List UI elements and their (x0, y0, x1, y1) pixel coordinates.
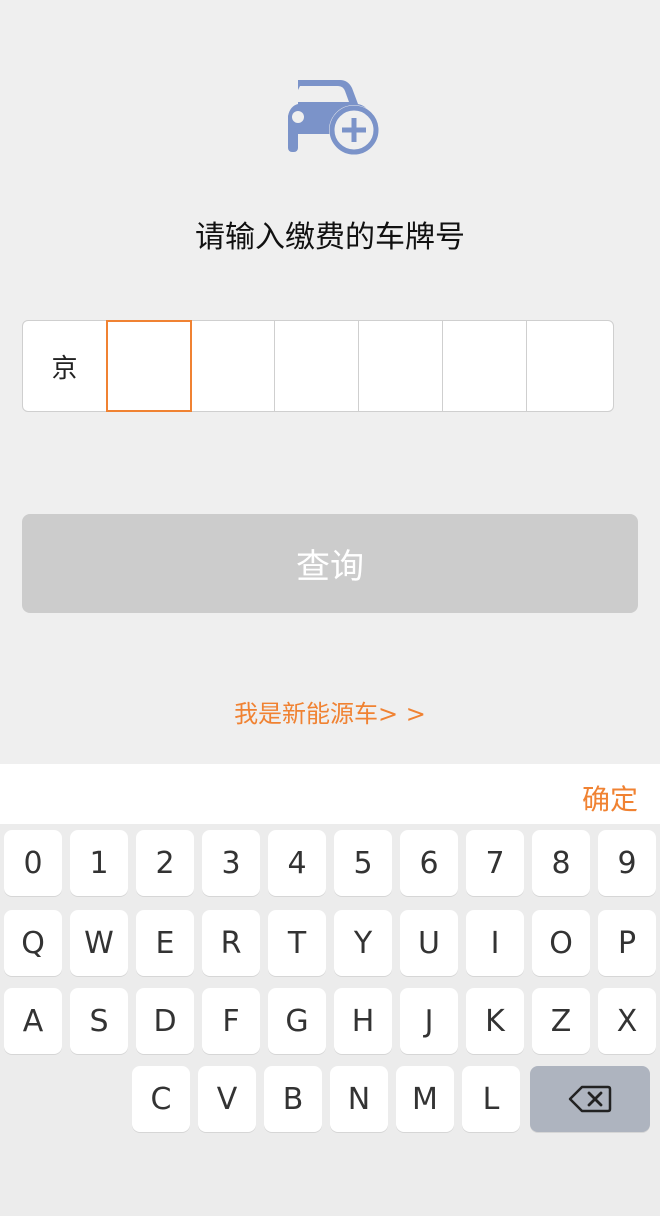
plate-province-cell[interactable]: 京 (23, 321, 107, 411)
key-g[interactable]: G (268, 988, 326, 1054)
plate-char-cell-2[interactable] (191, 321, 275, 411)
key-5[interactable]: 5 (334, 830, 392, 896)
key-i[interactable]: I (466, 910, 524, 976)
page-title: 请输入缴费的车牌号 (195, 220, 465, 255)
key-0[interactable]: 0 (4, 830, 62, 896)
key-4[interactable]: 4 (268, 830, 326, 896)
key-2[interactable]: 2 (136, 830, 194, 896)
backspace-icon (568, 1085, 612, 1113)
plate-char-cell-3[interactable] (275, 321, 359, 411)
delete-key[interactable] (530, 1066, 650, 1132)
key-v[interactable]: V (198, 1066, 256, 1132)
confirm-button[interactable]: 确定 (582, 778, 638, 818)
car-add-icon (288, 80, 379, 155)
key-c[interactable]: C (132, 1066, 190, 1132)
query-button[interactable]: 查询 (22, 514, 638, 613)
key-l[interactable]: L (462, 1066, 520, 1132)
key-p[interactable]: P (598, 910, 656, 976)
key-h[interactable]: H (334, 988, 392, 1054)
key-r[interactable]: R (202, 910, 260, 976)
key-e[interactable]: E (136, 910, 194, 976)
key-f[interactable]: F (202, 988, 260, 1054)
key-3[interactable]: 3 (202, 830, 260, 896)
key-7[interactable]: 7 (466, 830, 524, 896)
key-k[interactable]: K (466, 988, 524, 1054)
plate-keyboard: 0 1 2 3 4 5 6 7 8 9 Q W E R T Y U I O P … (0, 824, 660, 1216)
key-9[interactable]: 9 (598, 830, 656, 896)
plate-char-cell-4[interactable] (359, 321, 443, 411)
key-6[interactable]: 6 (400, 830, 458, 896)
key-n[interactable]: N (330, 1066, 388, 1132)
key-a[interactable]: A (4, 988, 62, 1054)
key-u[interactable]: U (400, 910, 458, 976)
key-o[interactable]: O (532, 910, 590, 976)
key-m[interactable]: M (396, 1066, 454, 1132)
plate-province-value: 京 (51, 353, 78, 384)
plate-char-cell-1[interactable] (106, 320, 192, 412)
key-x[interactable]: X (598, 988, 656, 1054)
plate-char-cell-6[interactable] (527, 321, 611, 411)
key-d[interactable]: D (136, 988, 194, 1054)
key-1[interactable]: 1 (70, 830, 128, 896)
keyboard-toolbar: 确定 (0, 764, 660, 824)
key-t[interactable]: T (268, 910, 326, 976)
key-b[interactable]: B (264, 1066, 322, 1132)
plate-number-input[interactable]: 京 (22, 320, 614, 412)
key-q[interactable]: Q (4, 910, 62, 976)
plate-char-cell-5[interactable] (443, 321, 527, 411)
key-z[interactable]: Z (532, 988, 590, 1054)
key-w[interactable]: W (70, 910, 128, 976)
new-energy-link[interactable]: 我是新能源车> > (0, 694, 660, 729)
key-j[interactable]: J (400, 988, 458, 1054)
key-y[interactable]: Y (334, 910, 392, 976)
key-s[interactable]: S (70, 988, 128, 1054)
key-8[interactable]: 8 (532, 830, 590, 896)
